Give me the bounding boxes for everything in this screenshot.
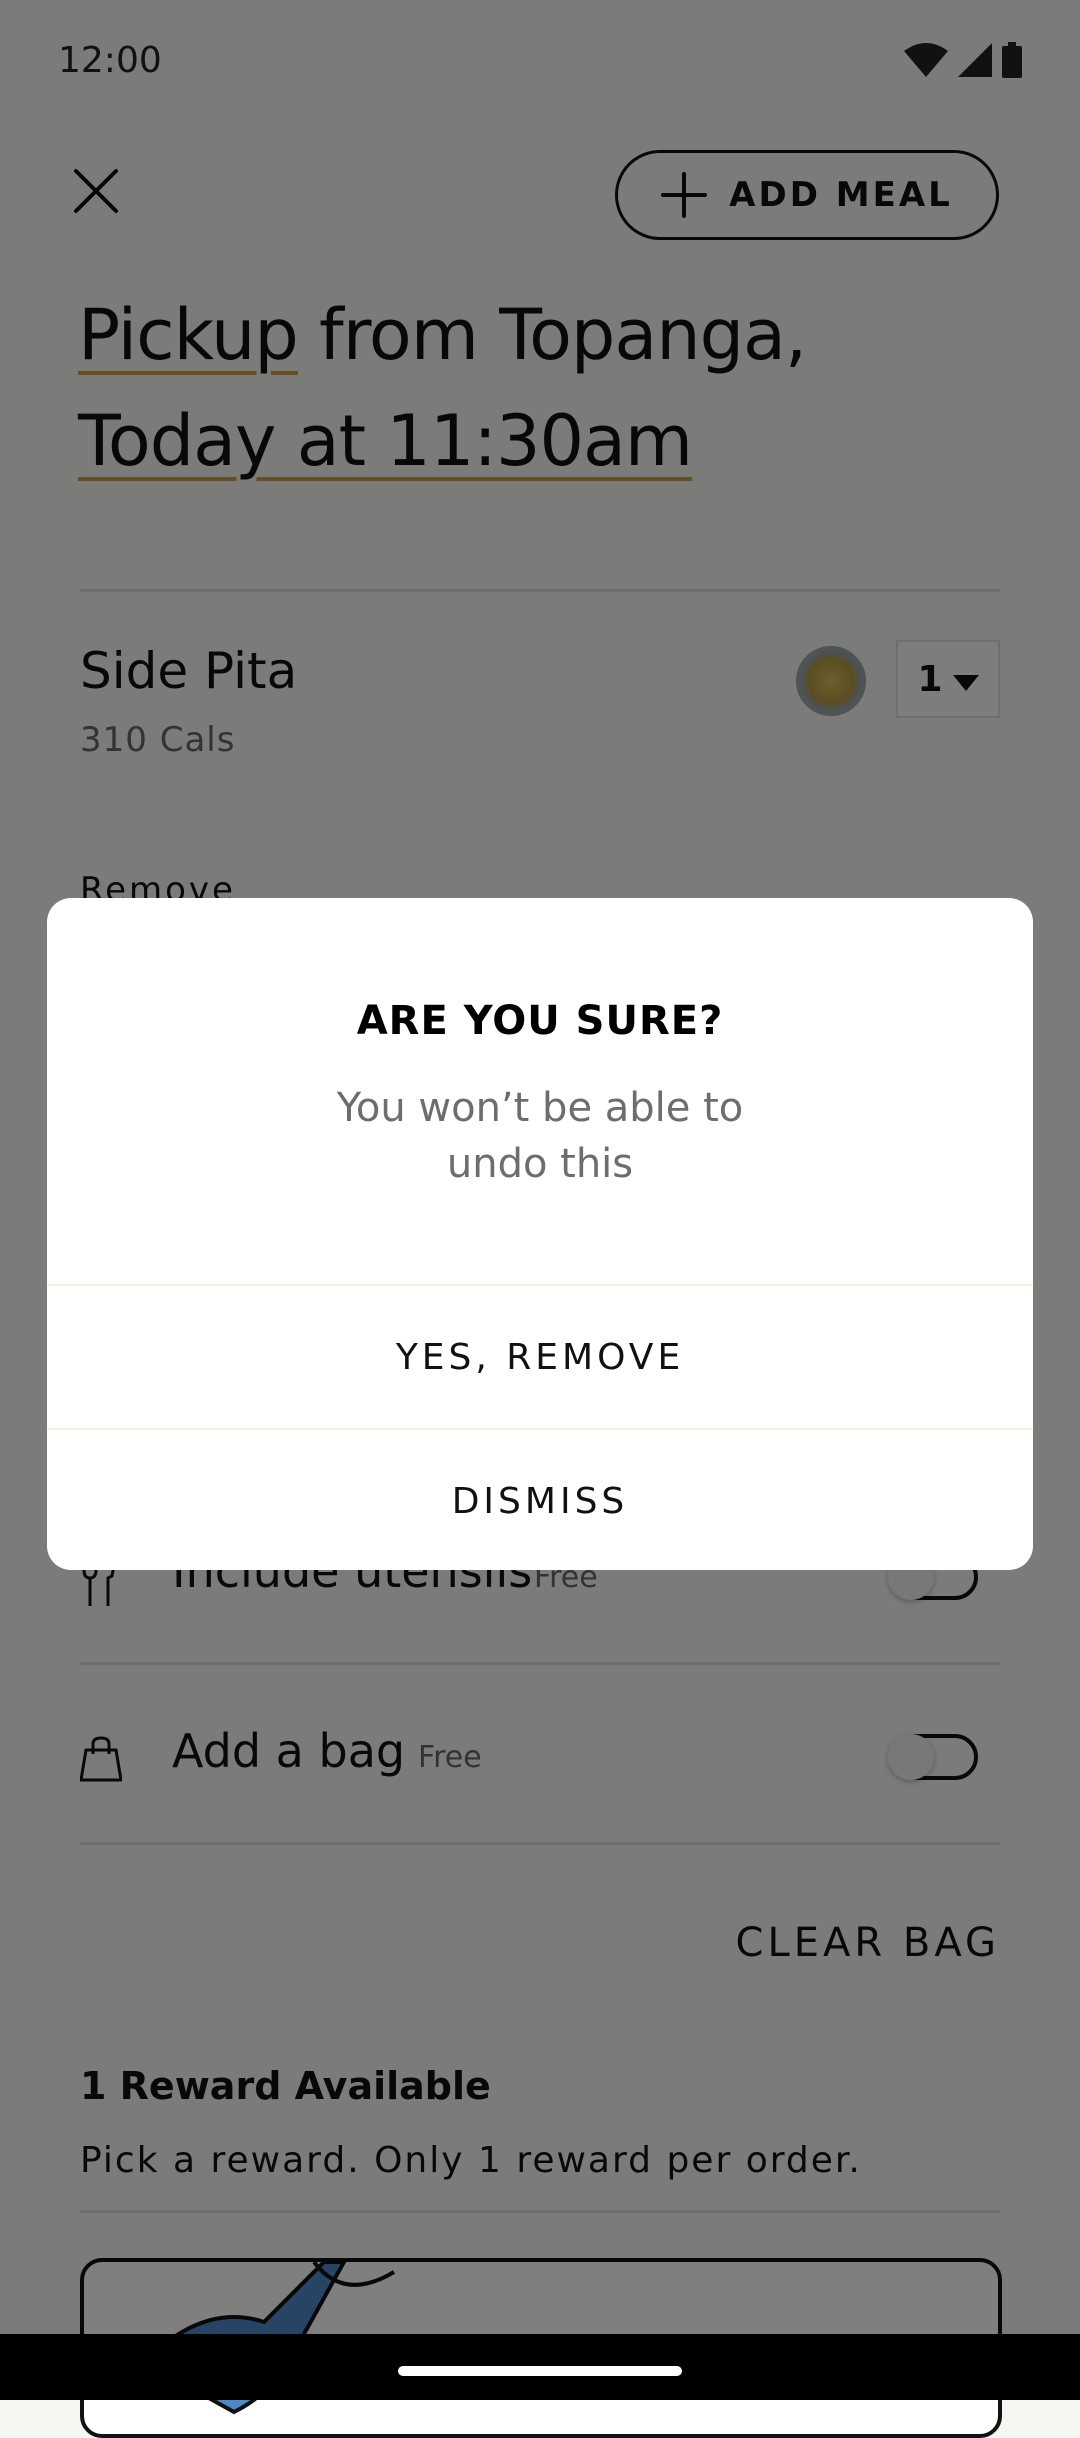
dialog-message: You won’t be able to undo this [336, 1085, 744, 1187]
yes-remove-button[interactable]: YES, REMOVE [47, 1286, 1033, 1428]
confirm-dialog: ARE YOU SURE? You won’t be able to undo … [47, 898, 1033, 1570]
home-handle[interactable] [398, 2366, 682, 2376]
dialog-title: ARE YOU SURE? [356, 998, 724, 1044]
dismiss-button[interactable]: DISMISS [47, 1430, 1033, 1570]
